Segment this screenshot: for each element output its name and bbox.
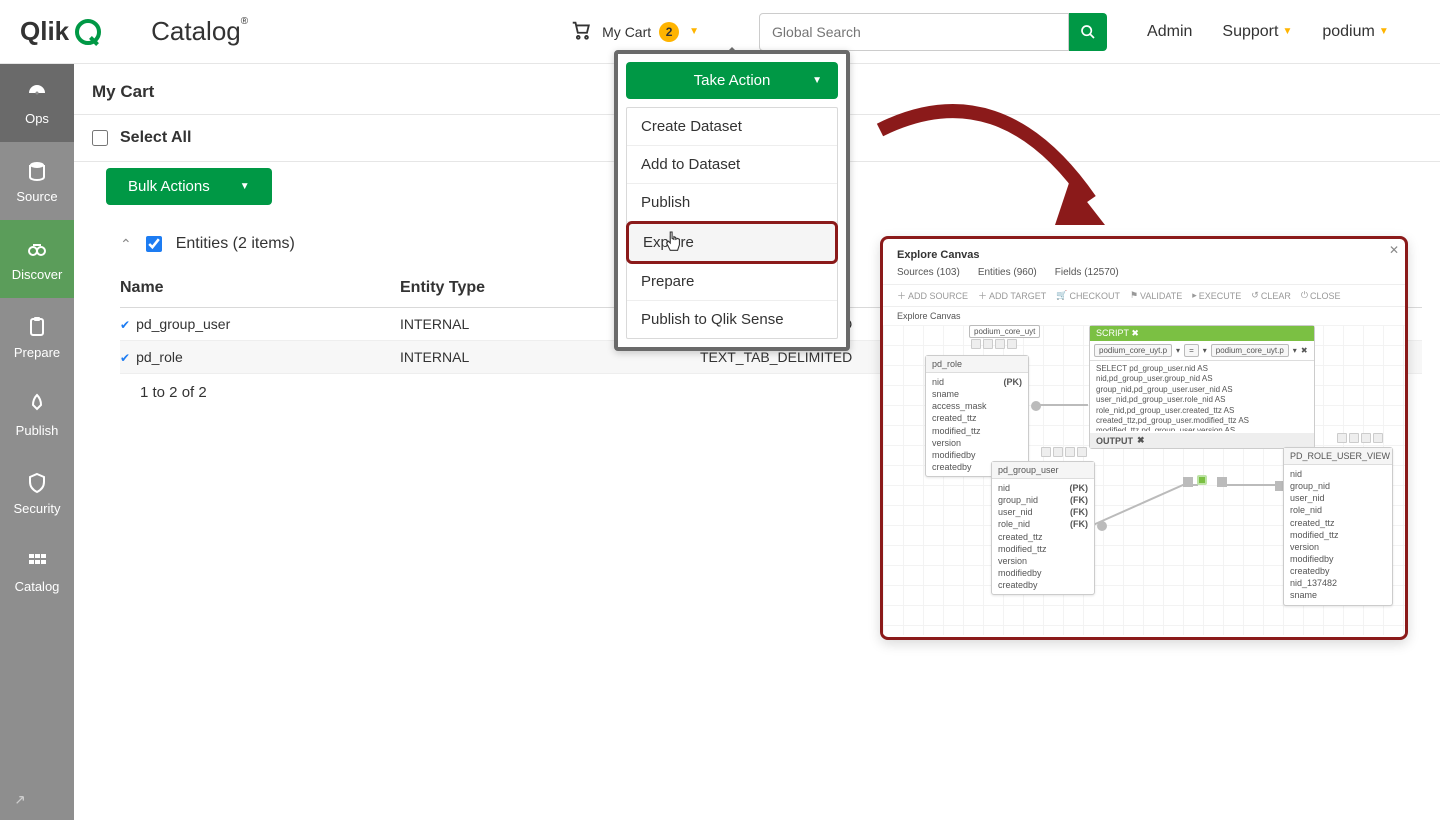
tab-entities[interactable]: Entities (960) bbox=[978, 267, 1037, 278]
add-source-button[interactable]: ＋ADD SOURCE bbox=[897, 289, 968, 302]
check-icon: ✔ bbox=[120, 351, 130, 365]
sidebar-expand[interactable] bbox=[0, 780, 74, 820]
output-port[interactable] bbox=[1097, 521, 1107, 531]
nav-user-menu[interactable]: podium▼ bbox=[1322, 23, 1388, 41]
sidebar-item-source[interactable]: Source bbox=[0, 142, 74, 220]
canvas-tabs: Sources (103) Entities (960) Fields (125… bbox=[883, 267, 1405, 284]
chevron-down-icon: ▼ bbox=[689, 26, 699, 37]
select-all-checkbox[interactable] bbox=[92, 130, 108, 146]
node-pd-group-user[interactable]: pd_group_user nid(PK)group_nid(FK)user_n… bbox=[991, 461, 1095, 595]
sidebar-item-publish[interactable]: Publish bbox=[0, 376, 74, 454]
menu-add-to-dataset[interactable]: Add to Dataset bbox=[627, 146, 837, 184]
clear-button[interactable]: ↺CLEAR bbox=[1251, 290, 1291, 301]
chevron-down-icon: ▼ bbox=[1379, 26, 1389, 37]
menu-publish[interactable]: Publish bbox=[627, 184, 837, 222]
validate-button[interactable]: ⚑VALIDATE bbox=[1130, 290, 1182, 301]
canvas-body: podium_core_uyt pd_role nid(PK)snameacce… bbox=[883, 325, 1405, 635]
chevron-down-icon: ▼ bbox=[240, 181, 250, 192]
database-icon bbox=[25, 159, 49, 183]
execute-button[interactable]: ▸EXECUTE bbox=[1192, 290, 1241, 301]
connector[interactable] bbox=[1217, 477, 1227, 487]
bulk-actions-button[interactable]: Bulk Actions ▼ bbox=[106, 168, 272, 205]
rocket-icon bbox=[25, 393, 49, 417]
grid-icon bbox=[25, 549, 49, 573]
gauge-icon bbox=[25, 81, 49, 105]
sidebar-item-catalog[interactable]: Catalog bbox=[0, 532, 74, 610]
take-action-button[interactable]: Take Action ▼ bbox=[626, 62, 838, 99]
checkout-button[interactable]: 🛒CHECKOUT bbox=[1056, 290, 1120, 301]
sidebar-item-discover[interactable]: Discover bbox=[0, 220, 74, 298]
search-icon bbox=[1080, 24, 1096, 40]
node-tools[interactable] bbox=[1337, 433, 1383, 443]
annotation-arrow bbox=[860, 80, 1140, 260]
search-input[interactable] bbox=[759, 13, 1069, 51]
node-output-view[interactable]: PD_ROLE_USER_VIEW nidgroup_niduser_nidro… bbox=[1283, 447, 1393, 606]
entities-label: Entities (2 items) bbox=[176, 235, 295, 253]
nav-support[interactable]: Support▼ bbox=[1222, 23, 1292, 41]
collapse-toggle[interactable]: ⌃ bbox=[120, 236, 132, 253]
source-chip[interactable]: podium_core_uyt bbox=[969, 325, 1040, 338]
entities-checkbox[interactable] bbox=[146, 236, 162, 252]
node-tools[interactable] bbox=[971, 339, 1017, 349]
close-button[interactable]: ⏻CLOSE bbox=[1301, 290, 1341, 301]
cart-icon bbox=[568, 19, 594, 44]
sidebar-item-ops[interactable]: Ops bbox=[0, 64, 74, 142]
product-name: Catalog® bbox=[151, 16, 248, 47]
add-target-button[interactable]: ＋ADD TARGET bbox=[978, 289, 1046, 302]
action-menu: Create Dataset Add to Dataset Publish Ex… bbox=[626, 107, 838, 339]
explore-canvas-preview: ✕ Explore Canvas Sources (103) Entities … bbox=[880, 236, 1408, 640]
nav-admin[interactable]: Admin bbox=[1147, 23, 1192, 41]
cart-label: My Cart bbox=[602, 24, 651, 40]
chevron-down-icon: ▼ bbox=[1282, 26, 1292, 37]
tab-sources[interactable]: Sources (103) bbox=[897, 267, 960, 278]
cart-count-badge: 2 bbox=[659, 22, 679, 42]
connector-active[interactable] bbox=[1197, 475, 1207, 485]
node-script[interactable]: SCRIPT ✖ podium_core_uyt.p▾ =▾ podium_co… bbox=[1089, 325, 1315, 449]
col-name: Name bbox=[120, 279, 400, 297]
shield-icon bbox=[25, 471, 49, 495]
chevron-down-icon: ▼ bbox=[812, 75, 822, 86]
connector[interactable] bbox=[1183, 477, 1193, 487]
sidebar-item-security[interactable]: Security bbox=[0, 454, 74, 532]
node-tools[interactable] bbox=[1041, 447, 1087, 457]
canvas-title: Explore Canvas bbox=[883, 239, 1405, 267]
qlik-icon bbox=[75, 19, 101, 45]
search-button[interactable] bbox=[1069, 13, 1107, 51]
menu-create-dataset[interactable]: Create Dataset bbox=[627, 108, 837, 146]
node-pd-role[interactable]: pd_role nid(PK)snameaccess_maskcreated_t… bbox=[925, 355, 1029, 477]
output-port[interactable] bbox=[1031, 401, 1041, 411]
tab-fields[interactable]: Fields (12570) bbox=[1055, 267, 1119, 278]
close-icon[interactable]: ✕ bbox=[1389, 243, 1399, 257]
brand-logo: Qlik bbox=[20, 16, 101, 47]
expand-icon bbox=[12, 792, 28, 808]
cart-button[interactable]: My Cart 2 ▼ bbox=[568, 19, 699, 44]
binoculars-icon bbox=[25, 237, 49, 261]
check-icon: ✔ bbox=[120, 318, 130, 332]
take-action-popover: Take Action ▼ Create Dataset Add to Data… bbox=[614, 50, 850, 351]
clipboard-icon bbox=[25, 315, 49, 339]
global-search bbox=[759, 13, 1107, 51]
canvas-subtitle: Explore Canvas bbox=[883, 307, 1405, 325]
sidebar: Ops Source Discover Prepare Publish Secu… bbox=[0, 64, 74, 820]
menu-prepare[interactable]: Prepare bbox=[627, 263, 837, 301]
menu-publish-qlik-sense[interactable]: Publish to Qlik Sense bbox=[627, 301, 837, 338]
brand-text: Qlik bbox=[20, 16, 69, 47]
menu-explore[interactable]: Explore bbox=[626, 221, 838, 264]
select-all-label: Select All bbox=[120, 129, 191, 147]
header-nav: Admin Support▼ podium▼ bbox=[1147, 23, 1389, 41]
canvas-toolbar: ＋ADD SOURCE ＋ADD TARGET 🛒CHECKOUT ⚑VALID… bbox=[883, 284, 1405, 307]
sidebar-item-prepare[interactable]: Prepare bbox=[0, 298, 74, 376]
